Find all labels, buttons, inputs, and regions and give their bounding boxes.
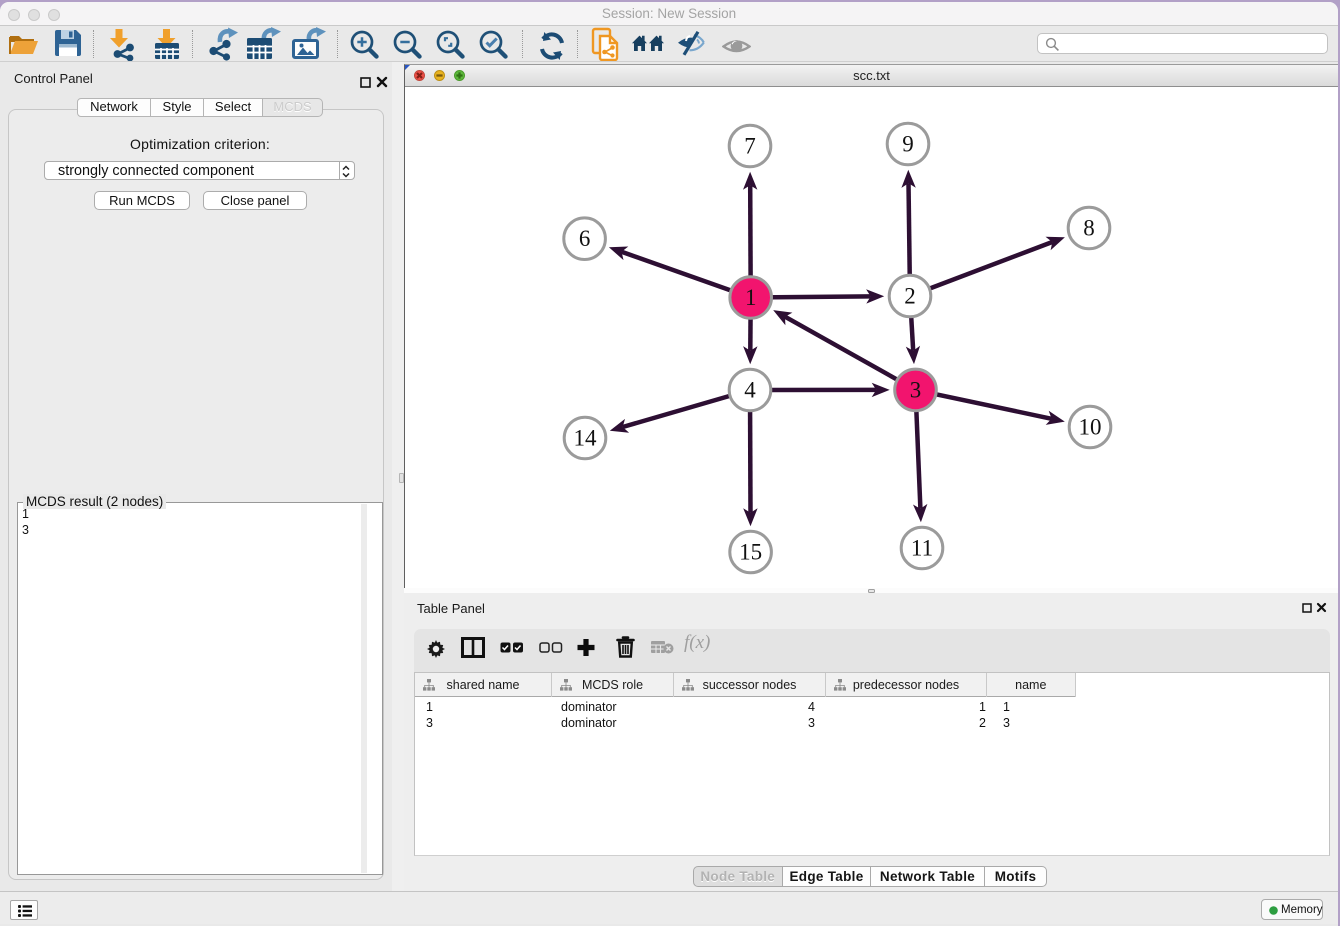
svg-text:9: 9 [902, 132, 914, 157]
svg-text:2: 2 [904, 284, 916, 309]
svg-text:10: 10 [1079, 415, 1102, 440]
svg-text:1: 1 [745, 285, 757, 310]
svg-text:4: 4 [744, 378, 756, 403]
svg-text:14: 14 [574, 426, 598, 451]
svg-text:3: 3 [910, 377, 922, 402]
svg-text:6: 6 [579, 226, 591, 251]
svg-text:7: 7 [744, 134, 756, 159]
svg-text:11: 11 [911, 536, 933, 561]
svg-text:8: 8 [1083, 216, 1095, 241]
svg-text:15: 15 [739, 540, 762, 565]
